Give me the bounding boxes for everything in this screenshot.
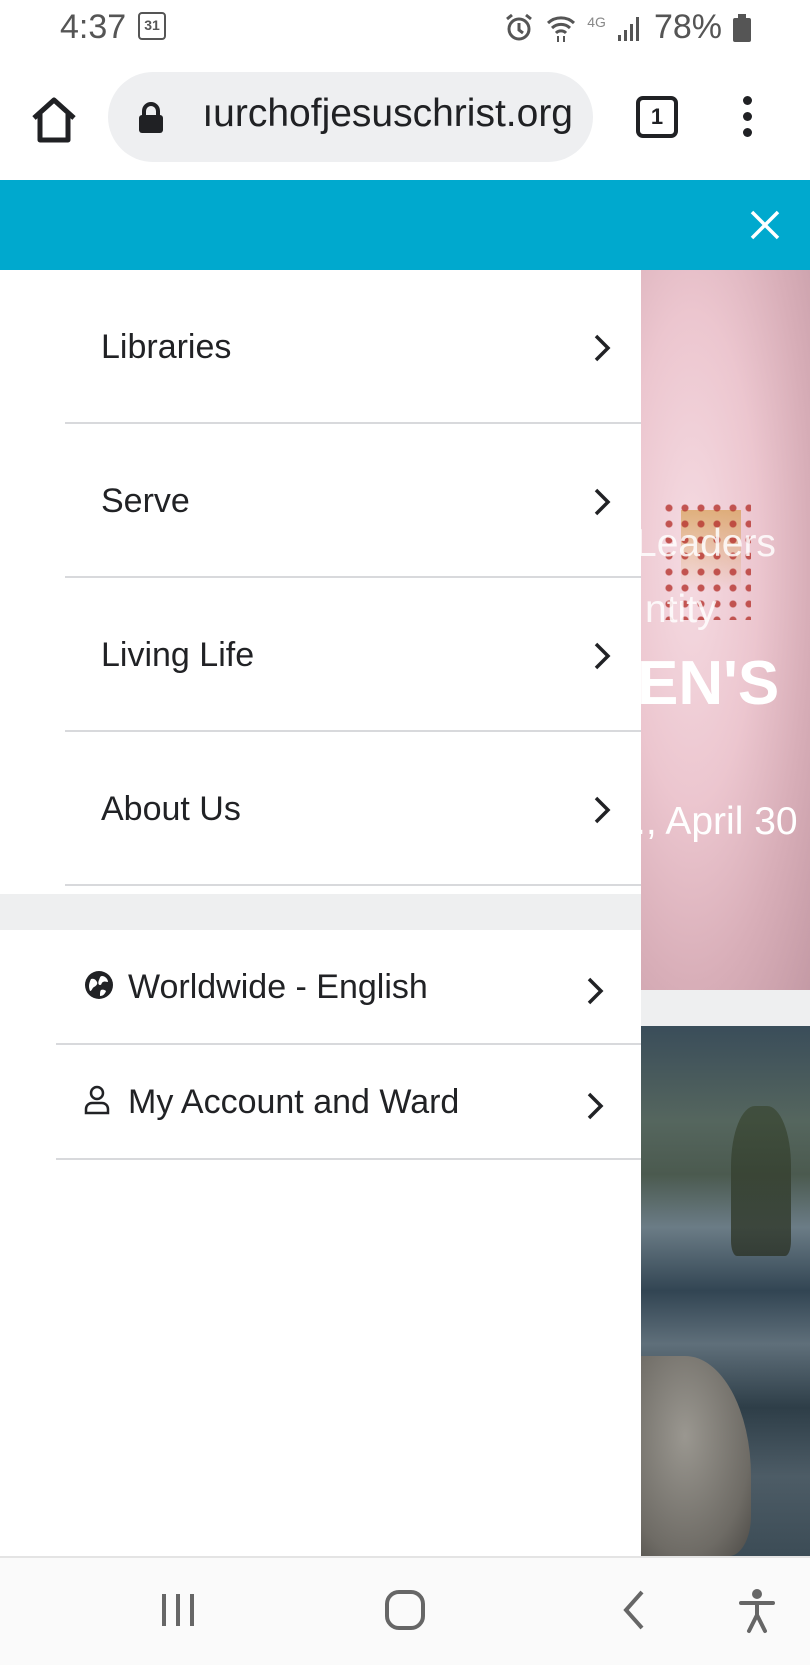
home-circle-icon[interactable] <box>383 1588 427 1632</box>
nav-item-label: Serve <box>101 482 190 520</box>
nav-item-label: Libraries <box>101 328 232 366</box>
background-page: Leaders ntity EN'S ., April 30 <box>641 270 810 1556</box>
hero-title: EN'S <box>641 649 780 718</box>
url-text[interactable]: ıurchofjesuschrist.org <box>202 92 573 136</box>
recent-apps-icon[interactable] <box>158 1588 198 1632</box>
nav-item-serve[interactable]: Serve <box>65 424 641 578</box>
browser-toolbar: ıurchofjesuschrist.org 1 <box>0 60 810 180</box>
back-icon[interactable] <box>618 1588 648 1632</box>
language-label: Worldwide - English <box>128 968 428 1006</box>
status-bar: 4:37 31 4G 78% <box>0 0 810 60</box>
language-selector[interactable]: Worldwide - English <box>56 930 641 1045</box>
status-time: 4:37 <box>60 8 127 46</box>
nav-item-about-us[interactable]: About Us <box>65 732 641 886</box>
hero-date: ., April 30 <box>641 800 798 843</box>
account-link[interactable]: My Account and Ward <box>56 1045 641 1160</box>
calendar-icon: 31 <box>138 12 166 40</box>
close-icon[interactable] <box>748 208 782 242</box>
site-banner <box>0 180 810 270</box>
globe-icon <box>85 971 113 999</box>
overflow-menu-button[interactable] <box>735 96 759 144</box>
wifi-icon <box>547 15 576 42</box>
chevron-right-icon <box>594 796 611 824</box>
chevron-right-icon <box>594 488 611 516</box>
account-label: My Account and Ward <box>128 1083 460 1121</box>
chevron-right-icon <box>587 1092 604 1120</box>
hero-text-identity: ntity <box>645 588 717 631</box>
battery-icon <box>733 13 751 42</box>
person-icon <box>84 1085 110 1115</box>
status-indicators: 4G 78% <box>503 8 752 47</box>
nav-item-libraries[interactable]: Libraries <box>65 270 641 424</box>
system-navigation-bar <box>0 1556 810 1665</box>
nav-item-label: Living Life <box>101 636 255 674</box>
home-button[interactable] <box>28 94 80 146</box>
nav-item-living-life[interactable]: Living Life <box>65 578 641 732</box>
chevron-right-icon <box>594 334 611 362</box>
url-bar[interactable]: ıurchofjesuschrist.org <box>108 72 593 162</box>
home-icon <box>32 97 76 143</box>
chevron-right-icon <box>587 977 604 1005</box>
lock-icon[interactable] <box>138 102 164 134</box>
navigation-drawer: Libraries Serve Living Life About Us Wor… <box>0 270 641 1556</box>
chevron-right-icon <box>594 642 611 670</box>
alarm-icon <box>506 13 533 40</box>
network-type: 4G <box>587 13 606 30</box>
battery-percent: 78% <box>653 8 722 46</box>
hero-text-leaders: Leaders <box>641 522 776 565</box>
drawer-divider <box>0 894 641 930</box>
overflow-menu-icon <box>742 96 752 105</box>
nav-item-label: About Us <box>101 790 241 828</box>
signal-icon <box>617 16 639 41</box>
hero-image: Leaders ntity EN'S ., April 30 <box>641 270 810 990</box>
tab-switcher-button[interactable]: 1 <box>636 96 678 138</box>
painting-image <box>641 1026 810 1556</box>
accessibility-icon[interactable] <box>738 1588 776 1634</box>
